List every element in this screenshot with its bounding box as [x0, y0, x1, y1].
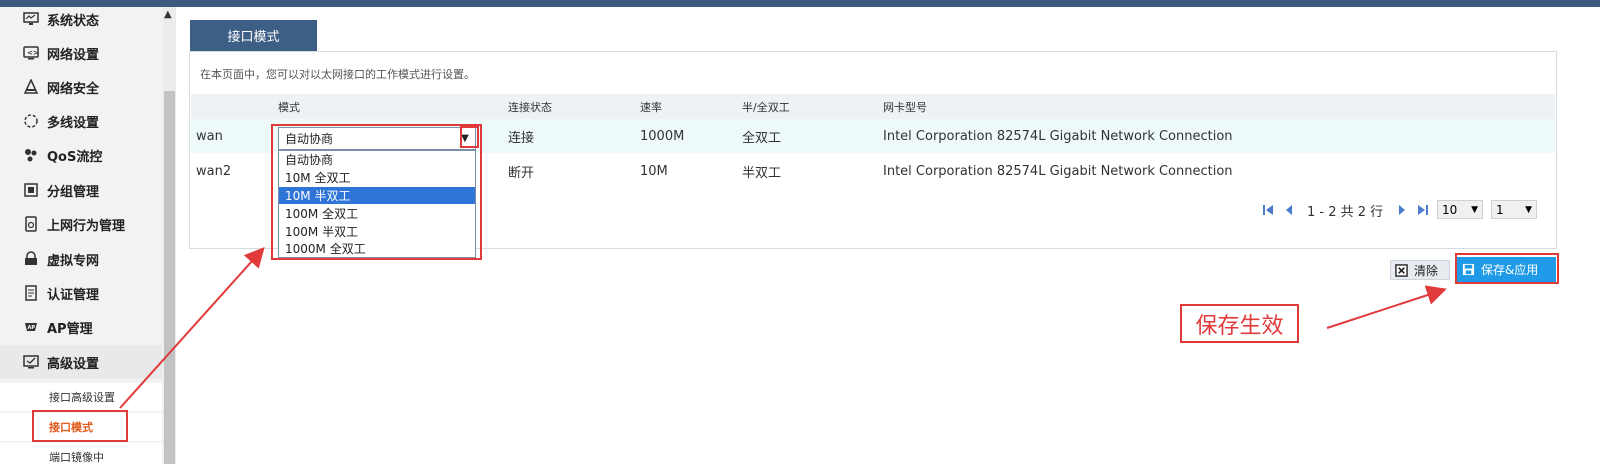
arrow-to-dropdown [119, 247, 265, 409]
arrow-to-save [1326, 285, 1447, 329]
annotation-arrows [119, 247, 1447, 409]
